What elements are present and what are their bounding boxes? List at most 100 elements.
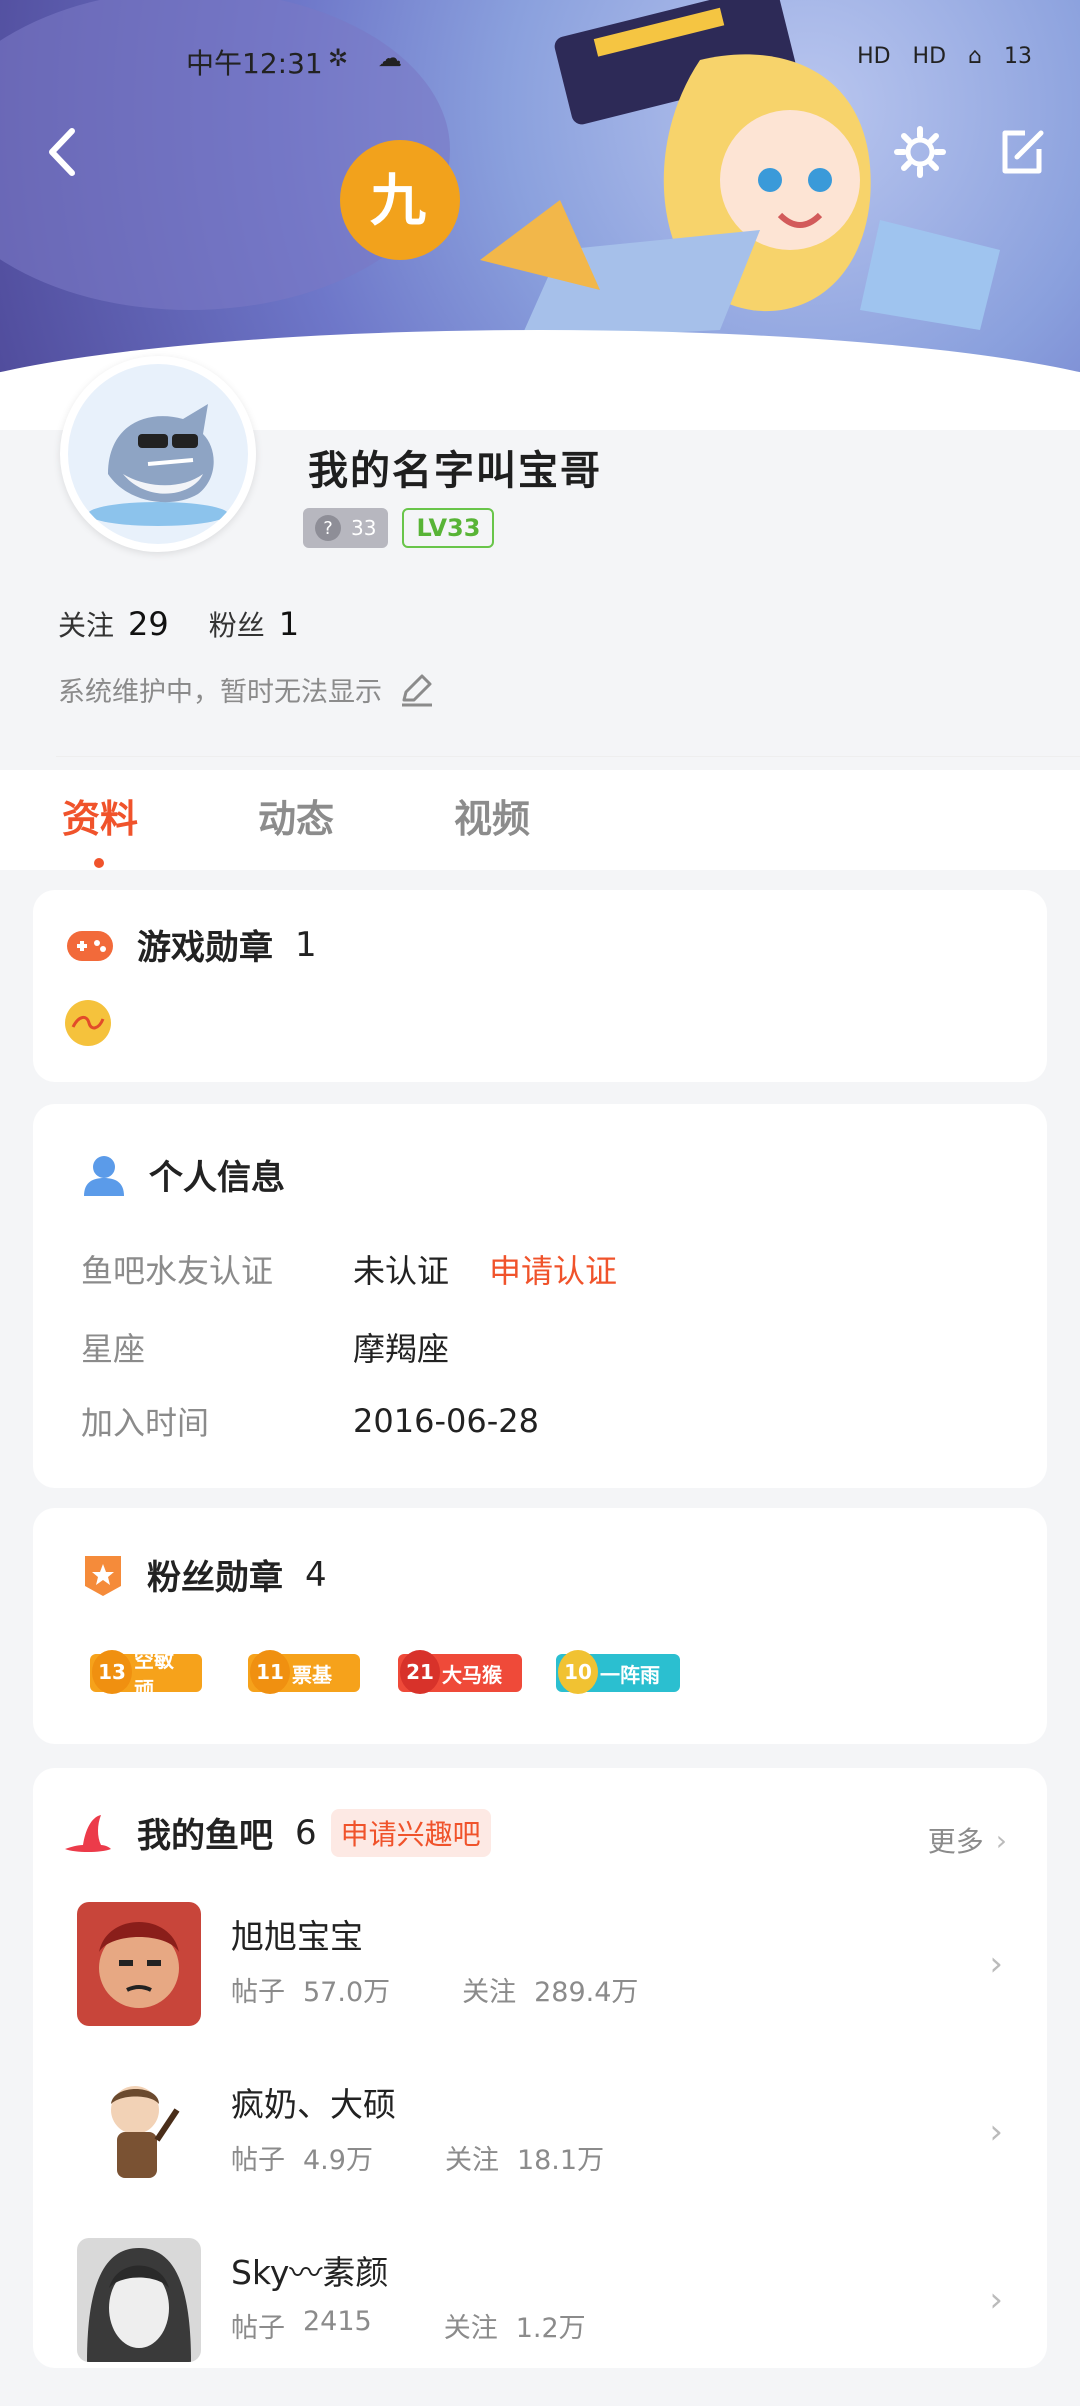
my-bars-count: 6	[295, 1812, 317, 1853]
follows-label: 关注	[444, 2145, 499, 2176]
bar-stats: 帖子 2415 关注 1.2万	[231, 2306, 586, 2345]
game-medals-card: 游戏勋章 1	[33, 890, 1047, 1082]
bar-stats: 帖子 4.9万 关注 18.1万	[231, 2138, 604, 2177]
chevron-right-icon: ›	[995, 1823, 1007, 1857]
hat-icon	[65, 1814, 111, 1852]
chevron-right-icon: ›	[989, 2112, 1003, 2152]
fan-medal-item[interactable]: 13 空敏顽	[90, 1648, 202, 1701]
fan-medal-label: 一阵雨	[600, 1662, 660, 1687]
battery-icon: 13	[1004, 44, 1032, 69]
fan-medal-label: 票基	[292, 1662, 332, 1687]
info-row-zodiac: 星座 摩羯座	[81, 1324, 449, 1370]
pencil-icon[interactable]	[398, 672, 434, 708]
medal-star-icon	[85, 1555, 121, 1596]
fan-medals-card: 粉丝勋章 4	[33, 1508, 1047, 1744]
sketch-portrait-image	[77, 2238, 201, 2362]
bar-stats: 帖子 57.0万 关注 289.4万	[231, 1970, 638, 2009]
more-bars-link[interactable]: 更多 ›	[928, 1820, 1007, 1860]
posts-label: 帖子	[231, 2313, 285, 2344]
edit-profile-button[interactable]	[990, 120, 1054, 184]
fan-medal-level: 13	[92, 1650, 132, 1694]
fan-medal-level: 11	[250, 1650, 290, 1694]
following-count[interactable]: 29	[128, 605, 169, 643]
bar-name: Sky〰素颜	[231, 2253, 389, 2292]
active-tab-indicator	[94, 858, 104, 868]
signature[interactable]: 系统维护中，暂时无法显示	[58, 670, 434, 709]
avatar[interactable]	[60, 356, 256, 552]
back-button[interactable]	[30, 120, 94, 184]
fan-medal-item[interactable]: 11 票基	[248, 1650, 360, 1694]
fan-medals-label: 粉丝勋章	[147, 1558, 283, 1598]
user-icon	[84, 1155, 124, 1196]
sheep-icon: ☁	[378, 44, 402, 72]
chevron-right-icon: ›	[989, 2280, 1003, 2320]
fan-medal-item[interactable]: 21 大马猴	[398, 1650, 522, 1694]
fans-count[interactable]: 1	[279, 605, 299, 643]
status-bar: 中午12:31 ✲ ☁ HD HD ⌂ 13	[0, 38, 1080, 86]
profile-badges: ? 33 LV33	[303, 508, 495, 548]
follow-stats: 关注 29 粉丝 1	[58, 604, 325, 644]
follows-label: 关注	[443, 2313, 498, 2344]
info-value: 摩羯座	[353, 1330, 450, 1368]
chevron-right-icon: ›	[989, 1944, 1003, 1984]
cartoon-figure-image	[77, 2070, 201, 2194]
posts-count: 57.0万	[303, 1977, 391, 2008]
info-key: 星座	[81, 1330, 146, 1368]
my-bars-title: 我的鱼吧 6 申请兴趣吧	[61, 1808, 491, 1857]
edit-icon	[1002, 130, 1044, 174]
answer-badge-number: 33	[351, 516, 377, 540]
answer-badge[interactable]: ? 33	[303, 508, 389, 548]
question-icon: ?	[315, 515, 341, 541]
personal-info-card: 个人信息 鱼吧水友认证 未认证 申请认证 星座 摩羯座 加入时间 2016-06…	[33, 1104, 1047, 1488]
shark-avatar-image	[88, 404, 228, 526]
info-value: 未认证	[353, 1252, 450, 1290]
personal-info-title: 个人信息	[81, 1150, 285, 1199]
info-row-verification: 鱼吧水友认证 未认证 申请认证	[81, 1246, 617, 1292]
fan-medal-label: 空敏顽	[134, 1648, 174, 1701]
signal-hd-icon: HD	[857, 44, 891, 69]
follows-count: 289.4万	[534, 1977, 639, 2008]
fan-medals-title: 粉丝勋章 4	[81, 1550, 327, 1599]
apply-verification-link[interactable]: 申请认证	[489, 1246, 617, 1292]
follows-label: 关注	[462, 1977, 517, 2008]
fan-medal-item[interactable]: 10 一阵雨	[556, 1650, 680, 1694]
fan-medal-level: 10	[558, 1650, 598, 1694]
list-item[interactable]: 旭旭宝宝 帖子 57.0万 关注 289.4万 ›	[33, 1902, 1047, 2070]
profile-name: 我的名字叫宝哥	[308, 448, 602, 494]
tab-activity[interactable]: 动态	[258, 788, 334, 843]
personal-info-label: 个人信息	[149, 1158, 285, 1198]
follows-count: 1.2万	[515, 2313, 586, 2344]
settings-button[interactable]	[888, 120, 952, 184]
douyu-logo-icon	[71, 1016, 105, 1030]
game-medal-item[interactable]	[65, 1000, 111, 1046]
following-label[interactable]: 关注	[58, 604, 114, 644]
signal-hd-icon-2: HD	[912, 44, 947, 69]
my-bars-label: 我的鱼吧	[137, 1816, 273, 1856]
pinwheel-icon: ✲	[328, 44, 349, 72]
posts-count: 4.9万	[303, 2145, 373, 2176]
fan-medal-level: 21	[400, 1650, 440, 1694]
gamepad-icon	[67, 930, 113, 961]
gear-icon	[894, 126, 946, 178]
info-row-join-date: 加入时间 2016-06-28	[81, 1398, 539, 1444]
posts-label: 帖子	[231, 1977, 285, 2008]
list-item[interactable]: 疯奶、大硕 帖子 4.9万 关注 18.1万 ›	[33, 2070, 1047, 2238]
game-medals-title: 游戏勋章 1	[65, 920, 317, 969]
list-item[interactable]: Sky〰素颜 帖子 2415 关注 1.2万 ›	[33, 2238, 1047, 2406]
tab-bar: 资料 动态 视频	[0, 770, 1080, 870]
posts-count: 2415	[303, 2306, 372, 2337]
game-medals-label: 游戏勋章	[137, 928, 273, 968]
level-badge[interactable]: LV33	[402, 508, 495, 548]
tab-video[interactable]: 视频	[454, 788, 530, 843]
bar-name: 疯奶、大硕	[231, 2085, 396, 2124]
apply-interest-bar-button[interactable]: 申请兴趣吧	[330, 1808, 491, 1857]
svg-text:九: 九	[370, 169, 426, 234]
info-key: 加入时间	[81, 1404, 210, 1442]
status-icons: HD HD ⌂ 13	[857, 44, 1032, 69]
back-arrow-icon	[49, 128, 75, 176]
fans-label[interactable]: 粉丝	[209, 604, 265, 644]
tab-profile[interactable]: 资料	[62, 788, 138, 843]
bar-thumbnail	[77, 2238, 201, 2362]
divider	[56, 756, 1080, 757]
fan-medal-label: 大马猴	[442, 1662, 502, 1687]
